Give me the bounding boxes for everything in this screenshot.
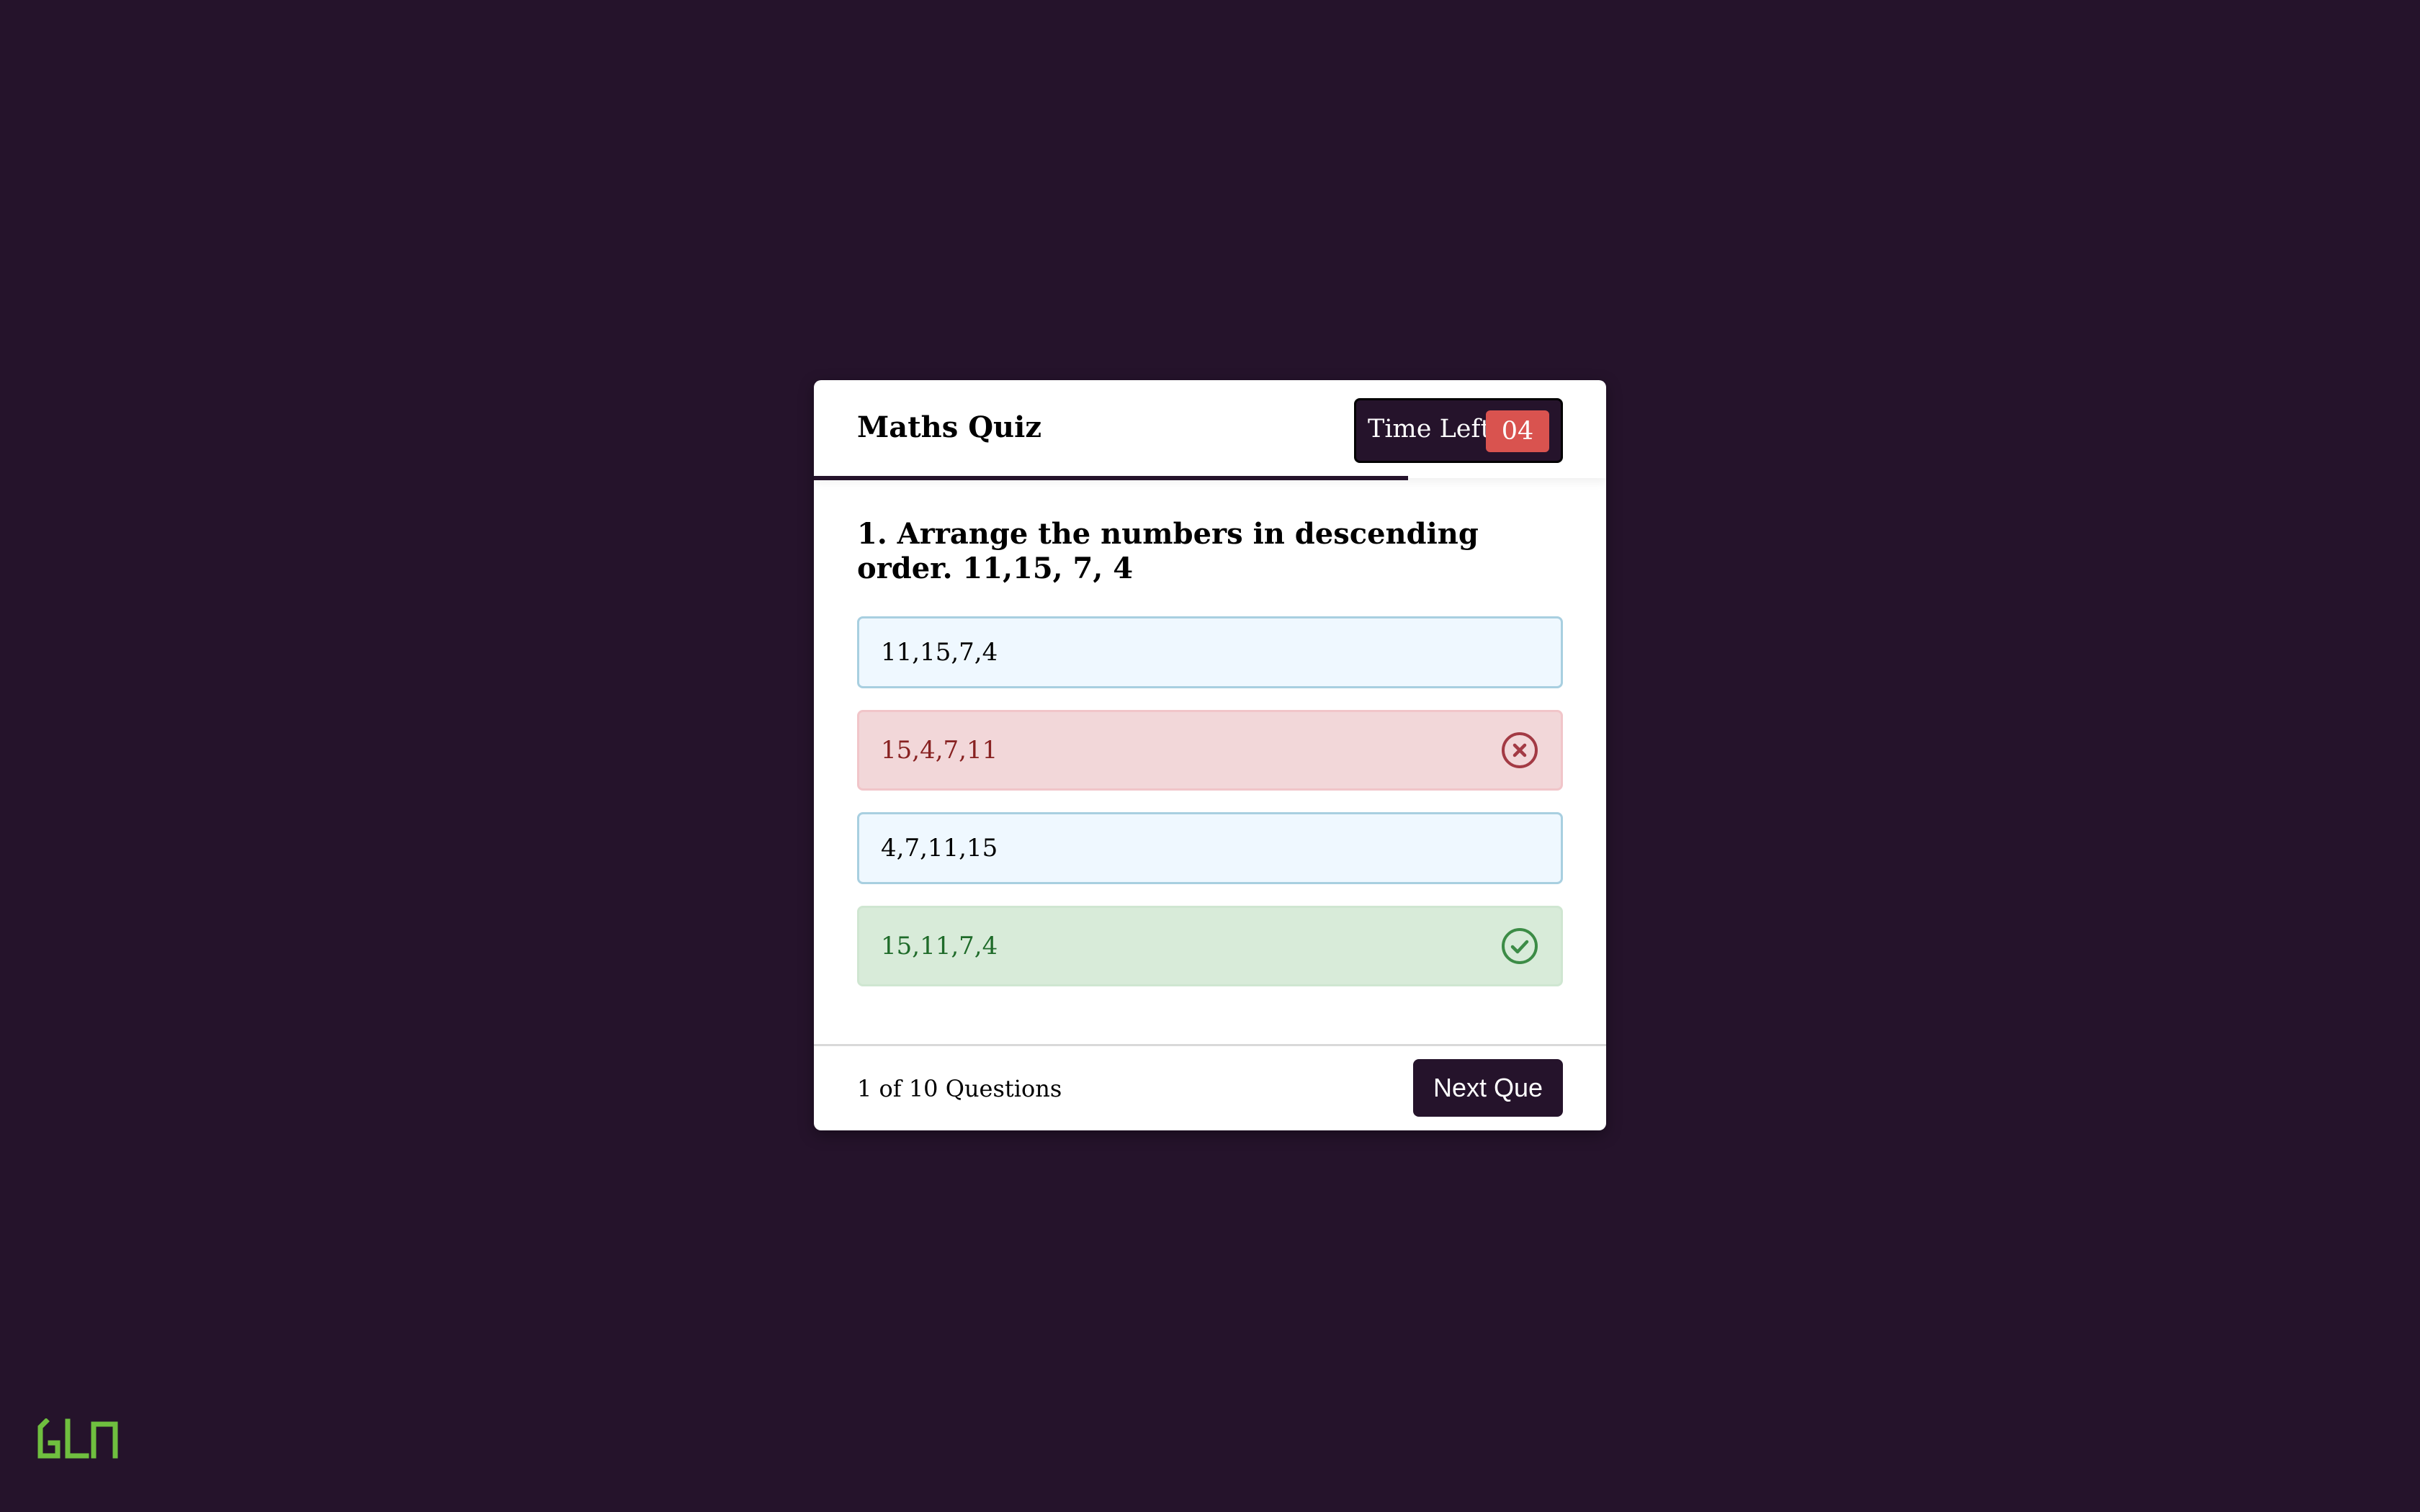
answer-option-label: 15,4,7,11 bbox=[881, 736, 998, 765]
answer-option-label: 4,7,11,15 bbox=[881, 834, 998, 863]
quiz-footer: 1 of 10 Questions Next Que bbox=[814, 1044, 1606, 1130]
answer-option-2[interactable]: 15,4,7,11 bbox=[857, 710, 1563, 791]
question-text: 1. Arrange the numbers in descending ord… bbox=[857, 517, 1479, 585]
time-progress-fill bbox=[814, 476, 1408, 480]
answer-option-3[interactable]: 4,7,11,15 bbox=[857, 812, 1563, 884]
timer-label: Time Left bbox=[1368, 415, 1491, 444]
quiz-title: Maths Quiz bbox=[857, 410, 1042, 444]
check-circle-icon bbox=[1502, 928, 1538, 964]
question-counter: 1 of 10 Questions bbox=[857, 1075, 1062, 1102]
quiz-header: Maths Quiz Time Left 04 bbox=[814, 380, 1606, 480]
timer-value: 04 bbox=[1486, 410, 1549, 452]
answer-option-label: 15,11,7,4 bbox=[881, 932, 998, 960]
timer: Time Left 04 bbox=[1354, 398, 1563, 463]
time-progress-bar bbox=[814, 476, 1606, 480]
x-circle-icon bbox=[1502, 732, 1538, 768]
next-question-button[interactable]: Next Que bbox=[1413, 1059, 1563, 1117]
quiz-card: Maths Quiz Time Left 04 1. Arrange the n… bbox=[814, 380, 1606, 1130]
answer-option-1[interactable]: 11,15,7,4 bbox=[857, 616, 1563, 688]
answer-option-4[interactable]: 15,11,7,4 bbox=[857, 906, 1563, 986]
answer-option-label: 11,15,7,4 bbox=[881, 638, 998, 667]
brand-logo-icon bbox=[37, 1418, 118, 1459]
